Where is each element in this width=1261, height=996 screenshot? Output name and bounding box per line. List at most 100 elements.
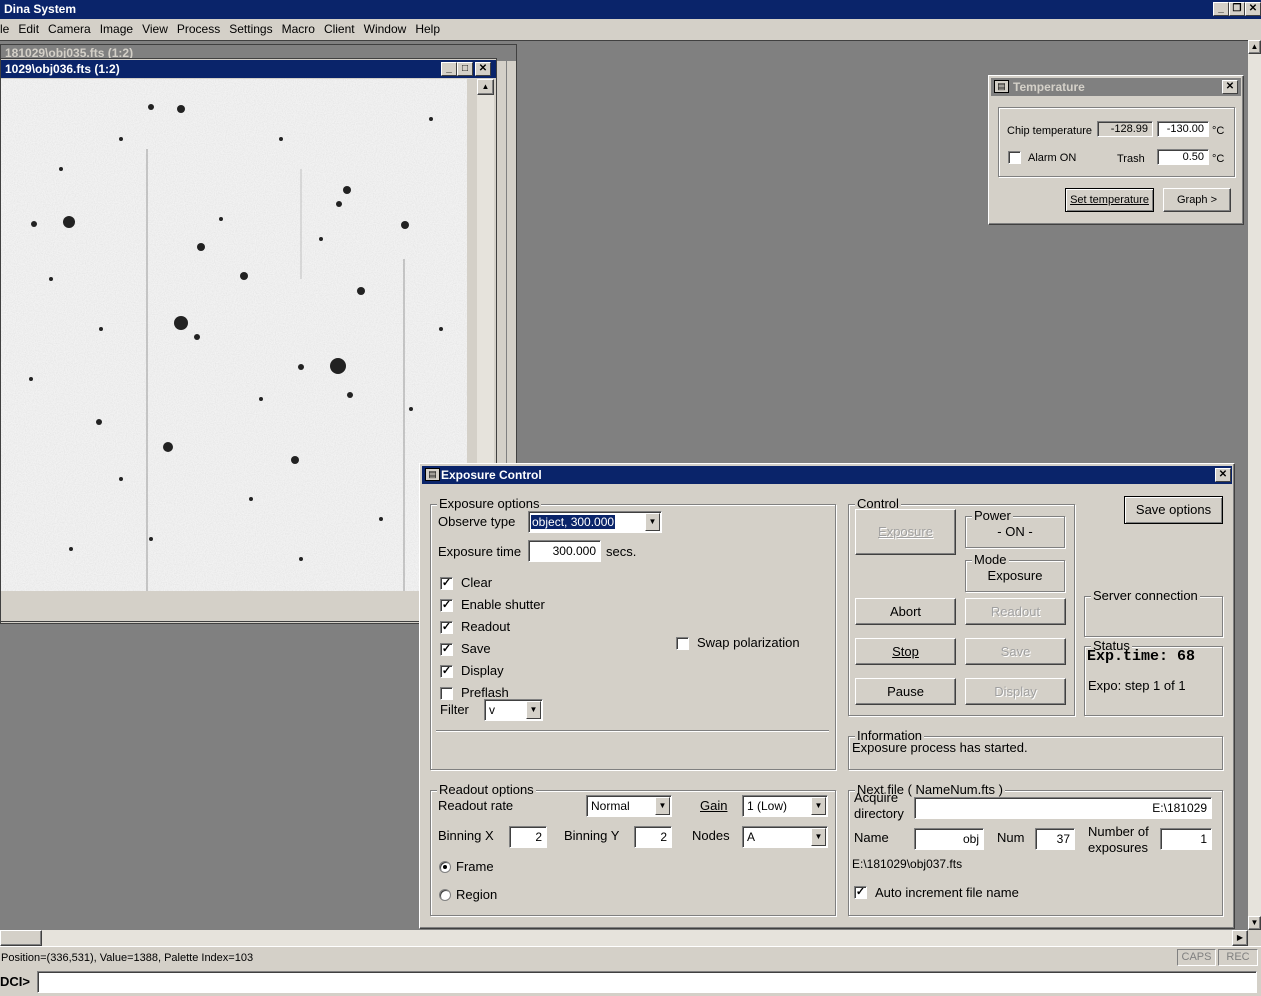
scroll-down-icon[interactable]: ▼ — [1248, 916, 1261, 930]
trash-field[interactable]: 0.50 — [1157, 149, 1209, 165]
option-checkbox[interactable]: ✓ — [440, 621, 453, 634]
save-options-button[interactable]: Save options — [1124, 496, 1223, 524]
star-field-image[interactable] — [1, 79, 467, 591]
pause-button[interactable]: Pause — [855, 678, 956, 705]
option-label: Clear — [461, 575, 493, 590]
menu-item[interactable]: Process — [177, 20, 220, 38]
readout-button[interactable]: Readout — [965, 598, 1066, 625]
star — [29, 377, 33, 381]
exposure-time-field[interactable]: 300.000 — [528, 540, 601, 562]
exposure-button[interactable]: Exposure — [855, 509, 956, 555]
option-checkbox[interactable]: ✓ — [440, 665, 453, 678]
menu-item[interactable]: Macro — [282, 20, 315, 38]
chevron-down-icon[interactable]: ▼ — [811, 828, 826, 846]
temperature-dialog: Temperature ▤ ✕ Chip temperature -128.99… — [988, 75, 1244, 225]
star — [409, 407, 413, 411]
minimize-icon[interactable]: _ — [441, 62, 457, 76]
number-of-exposures-label-1: Number of — [1088, 824, 1149, 839]
star — [99, 327, 103, 331]
restore-icon[interactable]: ❐ — [1229, 2, 1245, 16]
information-text: Exposure process has started. — [852, 740, 1028, 755]
readout-options-label: Readout options — [437, 782, 536, 798]
option-checkbox[interactable] — [440, 687, 453, 700]
command-input[interactable] — [37, 971, 1257, 993]
front-window-title: 1029\obj036.fts (1:2) — [5, 62, 120, 76]
auto-increment-checkbox[interactable]: ✓ — [854, 886, 867, 899]
menu-item[interactable]: le — [0, 20, 9, 38]
star — [259, 397, 263, 401]
chip-setpoint-field[interactable]: -130.00 — [1157, 121, 1209, 137]
minimize-icon[interactable]: _ — [1213, 2, 1229, 16]
option-label: Readout — [461, 619, 511, 634]
menu-item[interactable]: Camera — [48, 20, 91, 38]
frame-radio[interactable] — [439, 861, 451, 873]
scroll-right-icon[interactable]: ▶ — [1232, 930, 1248, 946]
front-window-titlebar: 1029\obj036.fts (1:2) — [1, 60, 496, 78]
swap-polarization-checkbox[interactable] — [676, 637, 689, 650]
close-icon[interactable]: ✕ — [1222, 80, 1238, 94]
graph-button[interactable]: Graph > — [1163, 188, 1231, 212]
exposure-control-dialog: Exposure Control ▤ ✕ Exposure options Ob… — [419, 463, 1235, 929]
binning-x-field[interactable]: 2 — [509, 826, 547, 848]
gain-value: 1 (Low) — [747, 799, 788, 813]
region-radio[interactable] — [439, 889, 451, 901]
close-icon[interactable]: ✕ — [1245, 2, 1261, 16]
option-label: Enable shutter — [461, 597, 545, 612]
nodes-select[interactable]: A ▼ — [742, 826, 828, 848]
maximize-icon[interactable]: □ — [457, 62, 473, 76]
status-exptime: Exp.time: 68 — [1087, 648, 1196, 665]
filter-select[interactable]: v ▼ — [484, 699, 543, 721]
menu-item[interactable]: Help — [415, 20, 440, 38]
close-icon[interactable]: ✕ — [475, 62, 491, 76]
next-file-path: E:\181029\obj037.fts — [852, 857, 963, 871]
alarm-checkbox[interactable] — [1008, 151, 1021, 164]
chevron-down-icon[interactable]: ▼ — [811, 797, 826, 815]
menu-item[interactable]: Settings — [229, 20, 272, 38]
gain-select[interactable]: 1 (Low) ▼ — [742, 795, 828, 817]
rec-indicator: REC — [1218, 949, 1258, 966]
menu-item[interactable]: Client — [324, 20, 355, 38]
mode-value: Exposure — [987, 568, 1043, 583]
close-icon[interactable]: ✕ — [1215, 468, 1231, 482]
star — [149, 537, 153, 541]
save-button[interactable]: Save — [965, 638, 1066, 665]
set-temperature-label: Set temperature — [1070, 194, 1149, 206]
option-checkbox[interactable]: ✓ — [440, 643, 453, 656]
auto-increment-label: Auto increment file name — [875, 885, 1019, 900]
scroll-up-icon[interactable]: ▲ — [1248, 40, 1261, 54]
chip-temperature-label: Chip temperature — [1007, 125, 1092, 137]
num-field[interactable]: 37 — [1035, 828, 1075, 850]
option-checkbox[interactable]: ✓ — [440, 599, 453, 612]
star — [219, 217, 223, 221]
vertical-scrollbar[interactable]: ▲ ▼ — [1248, 40, 1261, 930]
abort-button[interactable]: Abort — [855, 598, 956, 625]
menu-item[interactable]: Edit — [18, 20, 39, 38]
acquire-directory-field[interactable]: E:\181029 — [914, 797, 1212, 819]
swap-polarization-label: Swap polarization — [697, 635, 800, 650]
exposure-options-label: Exposure options — [437, 496, 542, 512]
temperature-titlebar: Temperature — [991, 78, 1241, 96]
set-temperature-button[interactable]: Set temperature — [1065, 188, 1154, 212]
menu-item[interactable]: Image — [100, 20, 133, 38]
display-button[interactable]: Display — [965, 678, 1066, 705]
option-checkbox[interactable]: ✓ — [440, 577, 453, 590]
chevron-down-icon[interactable]: ▼ — [526, 701, 541, 719]
hscroll-thumb[interactable] — [0, 930, 42, 946]
save-label: Save — [1000, 644, 1031, 659]
readout-rate-select[interactable]: Normal ▼ — [586, 795, 672, 817]
horizontal-scrollbar[interactable]: ▶ — [0, 930, 1248, 946]
chevron-down-icon[interactable]: ▼ — [645, 513, 660, 531]
binning-x-label: Binning X — [438, 828, 494, 843]
abort-label: Abort — [889, 604, 922, 619]
name-field[interactable]: obj — [914, 828, 984, 850]
stop-button[interactable]: Stop — [855, 638, 956, 665]
number-of-exposures-field[interactable]: 1 — [1160, 828, 1212, 850]
star — [379, 517, 383, 521]
binning-y-field[interactable]: 2 — [634, 826, 672, 848]
nodes-label: Nodes — [692, 828, 730, 843]
chevron-down-icon[interactable]: ▼ — [655, 797, 670, 815]
menu-item[interactable]: View — [142, 20, 168, 38]
menu-item[interactable]: Window — [364, 20, 407, 38]
observe-type-select[interactable]: object, 300.000 ▼ — [528, 511, 662, 533]
scroll-up-icon[interactable]: ▲ — [477, 79, 494, 95]
